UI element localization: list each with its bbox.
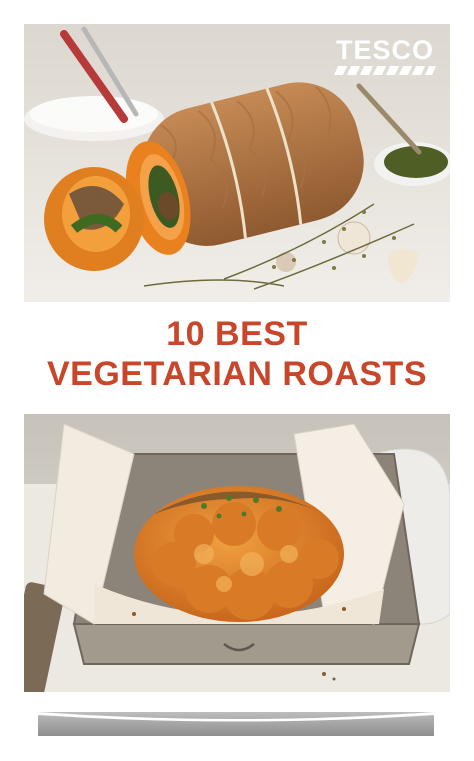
title-line-2: VEGETARIAN ROASTS <box>46 355 427 393</box>
logo-stripes <box>333 66 437 75</box>
title-line-1: 10 BEST <box>166 315 308 353</box>
tesco-logo: TESCO <box>333 35 437 75</box>
footer-banner <box>38 712 434 736</box>
roasted-cauliflower-photo <box>24 414 450 692</box>
page-title: 10 BEST VEGETARIAN ROASTS <box>0 314 474 394</box>
cauliflower-illustration <box>24 414 450 692</box>
logo-wordmark: TESCO <box>335 35 434 65</box>
stuffed-squash-photo: TESCO <box>24 24 450 302</box>
